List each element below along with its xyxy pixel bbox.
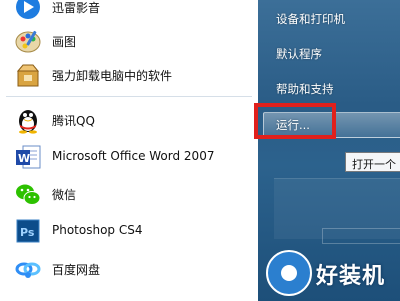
tooltip: 打开一个 — [345, 152, 400, 172]
baidu-netdisk-icon — [15, 262, 41, 278]
svg-text:W: W — [18, 152, 30, 165]
program-item-uninstall[interactable]: 强力卸载电脑中的软件 — [0, 58, 258, 92]
background-field — [322, 228, 400, 244]
program-label: 强力卸载电脑中的软件 — [52, 69, 173, 83]
default-programs-link[interactable]: 默认程序 — [276, 46, 322, 62]
program-item-paint[interactable]: 画图 — [0, 24, 258, 58]
program-label: Photoshop CS4 — [52, 223, 143, 237]
program-item-xunlei[interactable]: 迅雷影音 — [0, 0, 258, 24]
program-label: Microsoft Office Word 2007 — [52, 149, 215, 163]
program-label: 迅雷影音 — [52, 1, 101, 15]
program-list: 迅雷影音 画图 强力卸载电脑中的软件 腾讯QQ W Microsoft Offi… — [0, 0, 259, 301]
paint-icon — [15, 30, 41, 53]
tooltip-text: 打开一个 — [352, 158, 396, 171]
program-item-word[interactable]: W Microsoft Office Word 2007 — [0, 140, 258, 174]
program-item-baidu-netdisk[interactable]: 百度网盘 — [0, 252, 258, 286]
svg-text:Ps: Ps — [20, 226, 35, 239]
program-item-qq[interactable]: 腾讯QQ — [0, 103, 258, 137]
program-item-wechat[interactable]: 微信 — [0, 177, 258, 211]
xunlei-player-icon — [16, 0, 40, 19]
word-icon: W — [16, 145, 41, 169]
photoshop-icon: Ps — [16, 219, 40, 243]
program-label: 百度网盘 — [52, 263, 101, 277]
help-support-link[interactable]: 帮助和支持 — [276, 81, 334, 97]
wechat-icon — [16, 184, 41, 205]
eye-logo-icon — [266, 250, 312, 296]
program-label: 腾讯QQ — [52, 114, 95, 128]
start-menu: 迅雷影音 画图 强力卸载电脑中的软件 腾讯QQ W Microsoft Offi… — [0, 0, 400, 301]
program-label: 画图 — [52, 35, 77, 49]
program-item-photoshop[interactable]: Ps Photoshop CS4 — [0, 214, 258, 248]
uninstall-box-icon — [16, 64, 40, 87]
red-highlight-box — [254, 103, 336, 139]
devices-printers-link[interactable]: 设备和打印机 — [276, 11, 345, 27]
watermark-text: 好装机 — [316, 264, 386, 289]
qq-penguin-icon — [19, 110, 37, 134]
menu-divider — [6, 96, 252, 97]
program-label: 微信 — [52, 188, 77, 202]
